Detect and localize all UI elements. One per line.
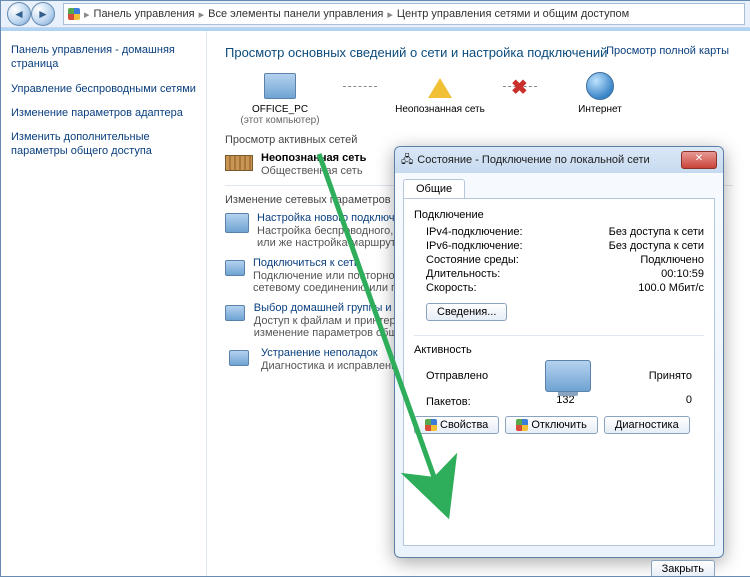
breadcrumb-part[interactable]: Панель управления [94,8,195,20]
tab-strip: Общие [403,179,715,199]
chevron-right-icon: ▸ [387,8,393,21]
network-icon: 🖧 [401,151,413,170]
warning-icon [428,78,452,98]
map-connector: ✖ [503,86,537,87]
divider [414,335,704,336]
homegroup-icon [225,305,245,321]
tab-general[interactable]: Общие [403,179,465,198]
node-sublabel: (этот компьютер) [225,115,335,126]
details-button[interactable]: Сведения... [426,303,507,321]
active-network-type: Общественная сеть [261,165,366,177]
breadcrumb-part[interactable]: Центр управления сетями и общим доступом [397,8,629,20]
view-full-map-link[interactable]: Просмотр полной карты [606,45,729,57]
node-this-pc[interactable]: OFFICE_PC (этот компьютер) [225,70,335,126]
diagnose-button[interactable]: Диагностика [604,416,690,434]
kv-key: IPv4-подключение: [426,226,523,238]
close-button[interactable]: ✕ [681,151,717,169]
active-network-name: Неопознанная сеть [261,152,366,164]
disable-button[interactable]: Отключить [505,416,598,434]
disconnected-icon: ✖ [511,75,528,100]
sidebar-link-wireless[interactable]: Управление беспроводными сетями [11,82,196,96]
computer-icon [264,73,296,99]
connect-icon [225,260,245,276]
forward-button[interactable]: ► [31,2,55,26]
button-label: Свойства [440,419,488,431]
dialog-title: Состояние - Подключение по локальной сет… [417,154,681,166]
sidebar: Панель управления - домашняя страница Уп… [1,31,207,576]
network-wizard-icon [225,213,249,233]
node-label: Неопознанная сеть [385,104,495,115]
breadcrumb-part[interactable]: Все элементы панели управления [208,8,383,20]
map-connector [343,86,377,87]
sidebar-link-sharing[interactable]: Изменить дополнительные параметры общего… [11,130,196,159]
tab-panel-general: Подключение IPv4-подключение: Без доступа… [403,199,715,546]
troubleshoot-icon [229,350,249,366]
breadcrumb[interactable]: ▸ Панель управления ▸ Все элементы панел… [63,3,745,25]
kv-value: Подключено [640,254,704,266]
network-map: OFFICE_PC (этот компьютер) Неопознанная … [225,70,733,126]
kv-key: Состояние среды: [426,254,519,266]
packets-label: Пакетов: [426,396,471,408]
activity-computer-icon [545,360,591,392]
packets-recv-value: 0 [632,394,692,406]
node-label: Интернет [545,104,655,115]
kv-value: Без доступа к сети [609,240,704,252]
kv-value: Без доступа к сети [609,226,704,238]
close-dialog-button[interactable]: Закрыть [651,560,715,577]
back-button[interactable]: ◄ [7,2,31,26]
connection-status-dialog: 🖧 Состояние - Подключение по локальной с… [394,146,724,558]
dialog-titlebar[interactable]: 🖧 Состояние - Подключение по локальной с… [395,147,723,173]
button-label: Отключить [531,419,587,431]
kv-value: 00:10:59 [661,268,704,280]
active-networks-label: Просмотр активных сетей [225,134,733,146]
kv-value: 100.0 Мбит/с [638,282,704,294]
node-label: OFFICE_PC [225,104,335,115]
bench-icon [225,155,253,171]
sidebar-home-link[interactable]: Панель управления - домашняя страница [11,43,196,72]
address-bar: ◄ ► ▸ Панель управления ▸ Все элементы п… [1,1,750,28]
sent-label: Отправлено [426,370,488,382]
chevron-right-icon: ▸ [84,8,90,21]
received-label: Принято [649,370,692,382]
network-center-window: ◄ ► ▸ Панель управления ▸ Все элементы п… [0,0,750,577]
kv-key: Длительность: [426,268,500,280]
node-unknown-network[interactable]: Неопознанная сеть [385,70,495,115]
chevron-right-icon: ▸ [199,8,205,21]
shield-icon [516,419,528,431]
globe-icon [586,72,614,100]
activity-group-label: Активность [414,344,704,356]
sidebar-link-adapter[interactable]: Изменение параметров адаптера [11,106,196,120]
control-panel-icon [68,8,80,20]
kv-key: IPv6-подключение: [426,240,523,252]
properties-button[interactable]: Свойства [414,416,499,434]
shield-icon [425,419,437,431]
connection-group-label: Подключение [414,209,704,221]
node-internet[interactable]: Интернет [545,70,655,115]
kv-key: Скорость: [426,282,477,294]
